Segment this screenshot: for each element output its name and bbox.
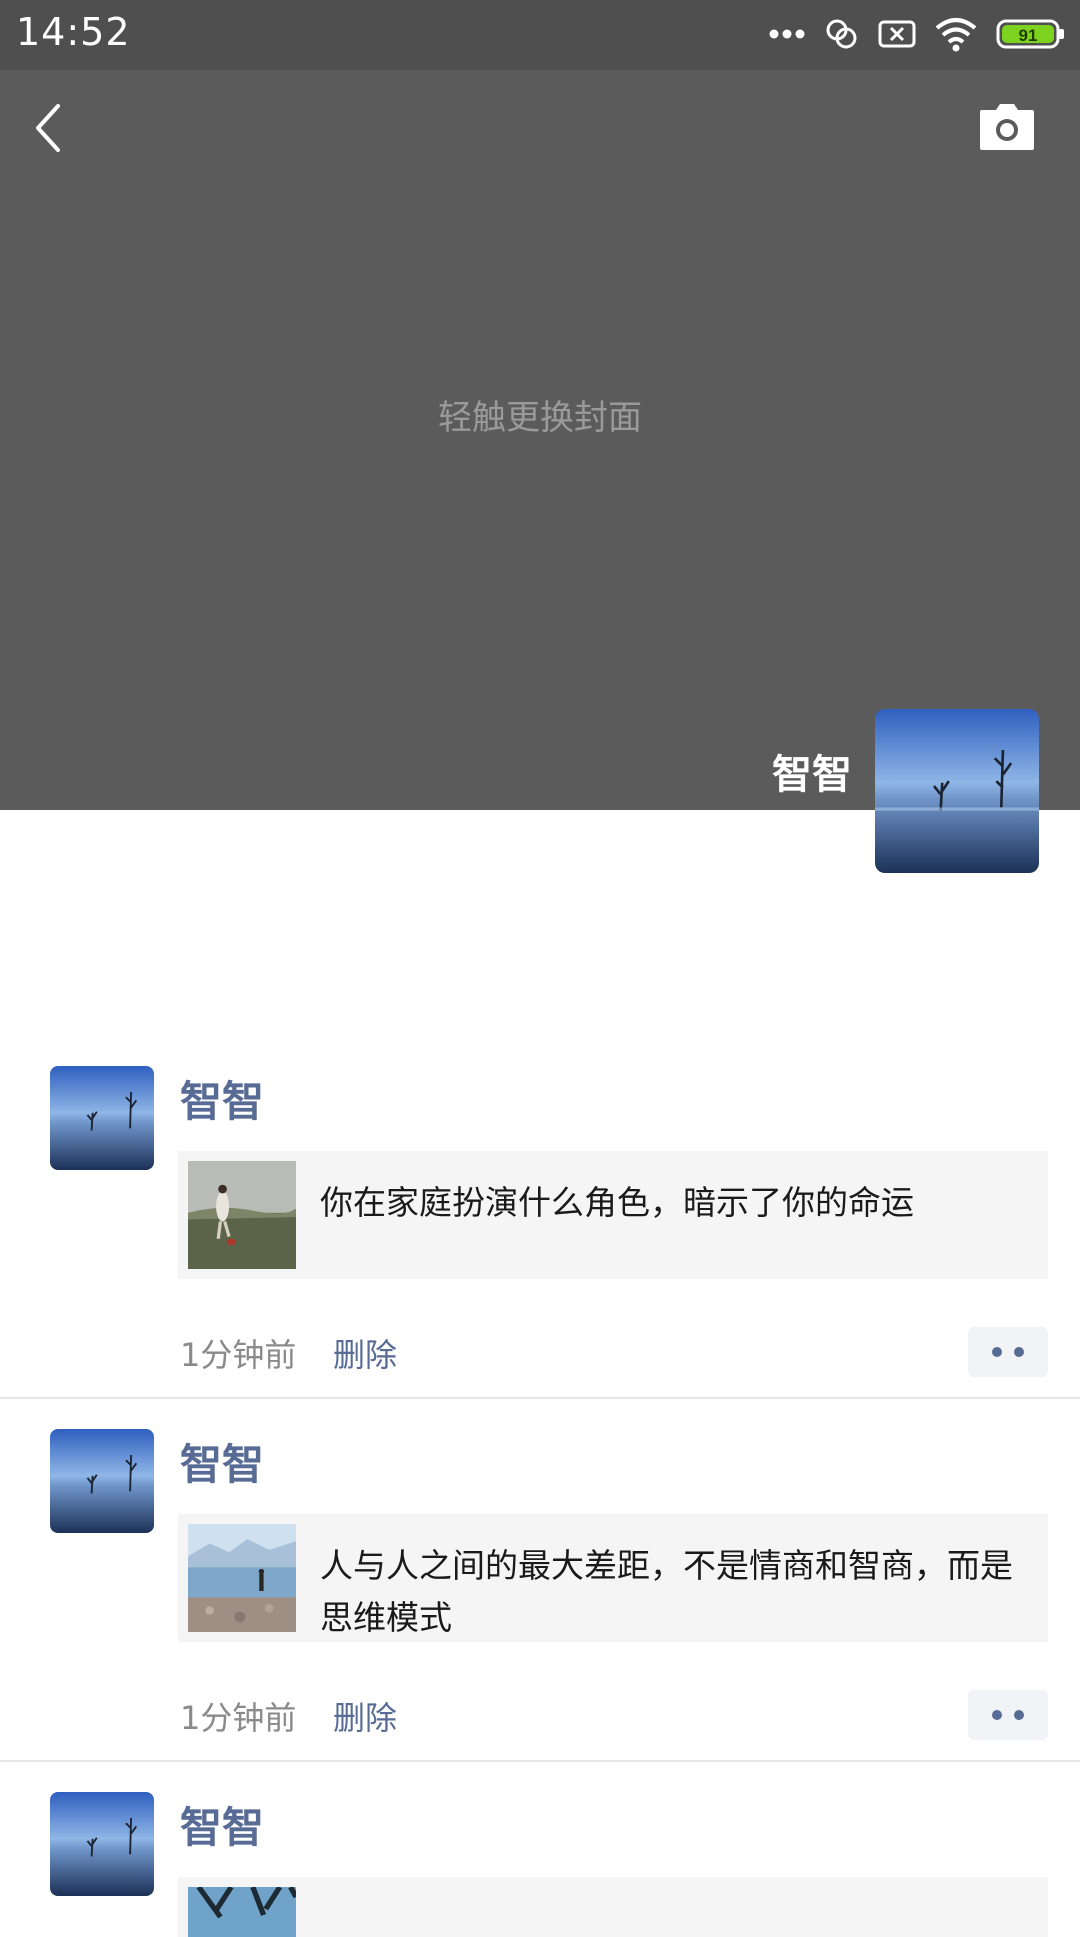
sim-off-icon <box>878 19 916 49</box>
shared-link-card[interactable]: 人与人之间的最大差距，不是情商和智商，而是思维模式 <box>178 1514 1048 1642</box>
status-time: 14:52 <box>16 10 131 54</box>
feed-post: 智智 人与人之间的最大差距，不是情商和智商，而是思维模式 1分钟前 删除 <box>0 1429 1080 1763</box>
feed-post: 智智 你在家庭扮演什么角色，暗示了你的命运 1分钟前 删除 <box>0 1066 1080 1400</box>
author-name[interactable]: 智智 <box>180 1431 264 1492</box>
link-thumbnail <box>188 1524 296 1632</box>
camera-button[interactable] <box>978 102 1036 152</box>
more-button[interactable] <box>968 1690 1048 1740</box>
post-time: 1分钟前 <box>180 1336 297 1374</box>
author-name[interactable]: 智智 <box>180 1068 264 1129</box>
cover-hint-text[interactable]: 轻触更换封面 <box>0 390 1080 439</box>
back-button[interactable] <box>28 100 78 156</box>
more-dots-icon <box>992 1710 1002 1720</box>
battery-level: 91 <box>1019 26 1038 45</box>
link-title: 人与人之间的最大差距，不是情商和智商，而是思维模式 <box>320 1546 1013 1637</box>
profile-name[interactable]: 智智 <box>772 742 852 800</box>
status-bar: 14:52 91 <box>0 0 1080 70</box>
post-time: 1分钟前 <box>180 1699 297 1737</box>
camera-icon <box>980 104 1034 150</box>
link-thumbnail <box>188 1887 296 1937</box>
more-button[interactable] <box>968 1327 1048 1377</box>
delete-link[interactable]: 删除 <box>333 1330 397 1376</box>
link-app-icon <box>824 17 860 51</box>
divider <box>0 1760 1080 1762</box>
status-icons: 91 <box>768 14 1066 54</box>
cover-area[interactable]: 14:52 91 轻触更换封面 智智 <box>0 0 1080 810</box>
author-avatar[interactable] <box>50 1429 154 1533</box>
author-avatar[interactable] <box>50 1066 154 1170</box>
shared-link-card[interactable] <box>178 1877 1048 1937</box>
delete-link[interactable]: 删除 <box>333 1693 397 1739</box>
chevron-left-icon <box>36 104 60 152</box>
link-thumbnail <box>188 1161 296 1269</box>
wifi-icon <box>934 16 978 52</box>
author-avatar[interactable] <box>50 1792 154 1896</box>
link-title: 你在家庭扮演什么角色，暗示了你的命运 <box>320 1183 914 1222</box>
profile-avatar[interactable] <box>875 709 1039 873</box>
feed-post: 智智 <box>0 1792 1080 1937</box>
divider <box>0 1397 1080 1399</box>
author-name[interactable]: 智智 <box>180 1794 264 1855</box>
shared-link-card[interactable]: 你在家庭扮演什么角色，暗示了你的命运 <box>178 1151 1048 1279</box>
more-dots-icon <box>992 1347 1002 1357</box>
battery-icon: 91 <box>996 18 1066 50</box>
more-notifications-icon <box>768 28 806 40</box>
